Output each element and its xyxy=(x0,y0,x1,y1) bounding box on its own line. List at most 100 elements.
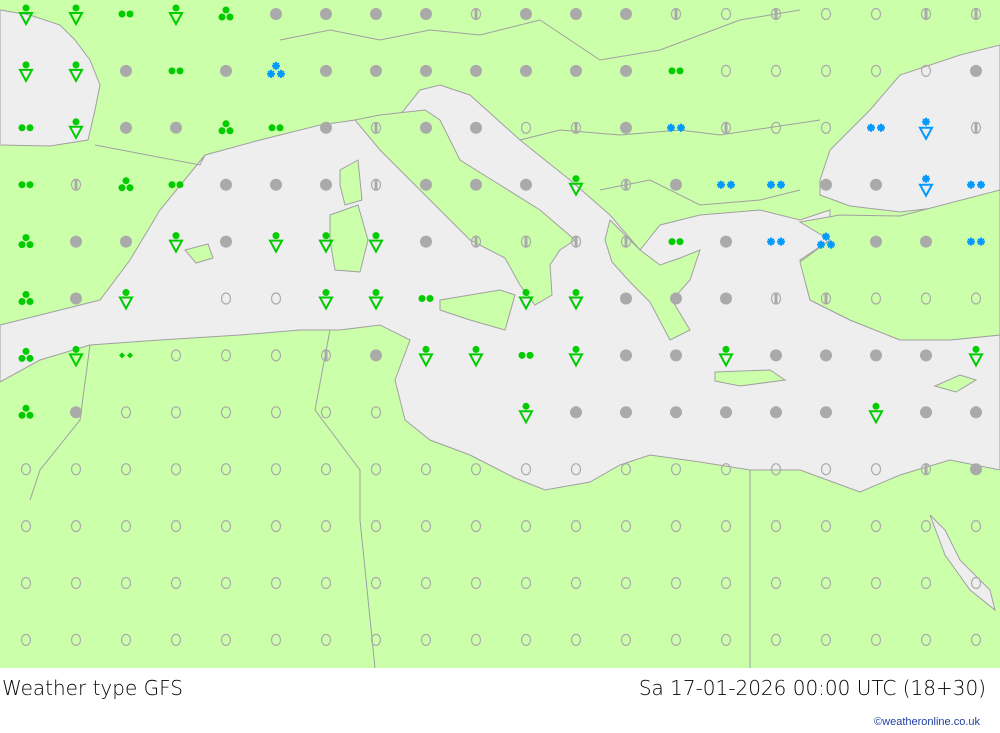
overcast-icon xyxy=(270,178,282,191)
overcast-icon xyxy=(670,292,682,305)
overcast-icon xyxy=(70,406,82,419)
heavy-snow-icon xyxy=(267,61,285,78)
clear-icon xyxy=(870,633,882,647)
partly-cloudy-icon xyxy=(920,463,932,476)
heavy-rain-icon xyxy=(18,404,34,419)
clear-icon xyxy=(570,633,582,647)
clear-icon xyxy=(20,463,32,476)
partly-cloudy-icon xyxy=(770,7,782,21)
clear-icon xyxy=(370,463,382,476)
overcast-icon xyxy=(320,178,332,191)
overcast-icon xyxy=(220,178,232,191)
credit-link[interactable]: ©weatheronline.co.uk xyxy=(874,716,980,728)
clear-icon xyxy=(170,576,182,590)
overcast-icon xyxy=(620,406,632,419)
red-sea xyxy=(929,514,996,612)
clear-icon xyxy=(220,576,232,590)
partly-cloudy-icon xyxy=(320,349,332,362)
clear-icon xyxy=(520,576,532,590)
heavy-rain-icon xyxy=(118,177,134,192)
overcast-icon xyxy=(720,235,732,248)
clear-icon xyxy=(920,519,932,533)
heavy-rain-icon xyxy=(18,291,34,305)
clear-icon xyxy=(320,576,332,590)
clear-icon xyxy=(170,463,182,476)
overcast-icon xyxy=(770,406,782,419)
clear-icon xyxy=(720,633,732,647)
clear-icon xyxy=(20,519,32,533)
clear-icon xyxy=(120,463,132,476)
clear-icon xyxy=(920,633,932,647)
partly-cloudy-icon xyxy=(470,7,482,21)
clear-icon xyxy=(620,633,632,647)
clear-icon xyxy=(470,519,482,533)
overcast-icon xyxy=(820,406,832,419)
map-canvas xyxy=(0,4,1000,668)
drizzle-icon xyxy=(119,352,133,359)
overcast-icon xyxy=(720,292,732,305)
overcast-icon xyxy=(320,121,332,134)
overcast-icon xyxy=(470,64,482,77)
clear-icon xyxy=(170,349,182,362)
rain-icon xyxy=(18,181,34,189)
overcast-icon xyxy=(70,292,82,305)
clear-icon xyxy=(970,519,982,533)
clear-icon xyxy=(70,463,82,476)
overcast-icon xyxy=(120,64,132,77)
clear-icon xyxy=(170,519,182,533)
clear-icon xyxy=(320,633,332,647)
clear-icon xyxy=(570,519,582,533)
partly-cloudy-icon xyxy=(970,7,982,21)
clear-icon xyxy=(820,64,832,78)
clear-icon xyxy=(970,633,982,647)
clear-icon xyxy=(570,576,582,590)
clear-icon xyxy=(70,519,82,533)
clear-icon xyxy=(820,7,832,21)
clear-icon xyxy=(270,463,282,476)
clear-icon xyxy=(820,121,832,134)
clear-icon xyxy=(720,576,732,590)
overcast-icon xyxy=(820,349,832,362)
overcast-icon xyxy=(870,349,882,362)
overcast-icon xyxy=(420,178,432,191)
border-line xyxy=(314,329,376,668)
clear-icon xyxy=(120,576,132,590)
clear-icon xyxy=(170,633,182,647)
clear-icon xyxy=(120,519,132,533)
clear-icon xyxy=(720,7,732,21)
overcast-icon xyxy=(120,121,132,134)
clear-icon xyxy=(620,463,632,476)
clear-icon xyxy=(820,519,832,533)
snow-icon xyxy=(767,180,785,189)
overcast-icon xyxy=(370,8,382,20)
clear-icon xyxy=(420,463,432,476)
heavy-rain-icon xyxy=(18,234,34,249)
overcast-icon xyxy=(970,463,982,476)
overcast-icon xyxy=(870,178,882,191)
clear-icon xyxy=(670,633,682,647)
clear-icon xyxy=(370,576,382,590)
overcast-icon xyxy=(620,349,632,362)
clear-icon xyxy=(270,406,282,419)
clear-icon xyxy=(520,121,532,134)
clear-icon xyxy=(70,576,82,590)
clear-icon xyxy=(420,576,432,590)
clear-icon xyxy=(870,576,882,590)
overcast-icon xyxy=(420,64,432,77)
partly-cloudy-icon xyxy=(720,121,732,134)
bay-of-biscay xyxy=(0,9,101,147)
clear-icon xyxy=(370,519,382,533)
clear-icon xyxy=(920,576,932,590)
clear-icon xyxy=(670,576,682,590)
clear-icon xyxy=(270,349,282,362)
overcast-icon xyxy=(670,406,682,419)
clear-icon xyxy=(220,406,232,419)
overcast-icon xyxy=(470,178,482,191)
clear-icon xyxy=(820,633,832,647)
rain-icon xyxy=(268,124,284,132)
clear-icon xyxy=(770,576,782,590)
overcast-icon xyxy=(170,121,182,134)
clear-icon xyxy=(520,633,532,647)
overcast-icon xyxy=(320,8,332,20)
overcast-icon xyxy=(420,235,432,248)
